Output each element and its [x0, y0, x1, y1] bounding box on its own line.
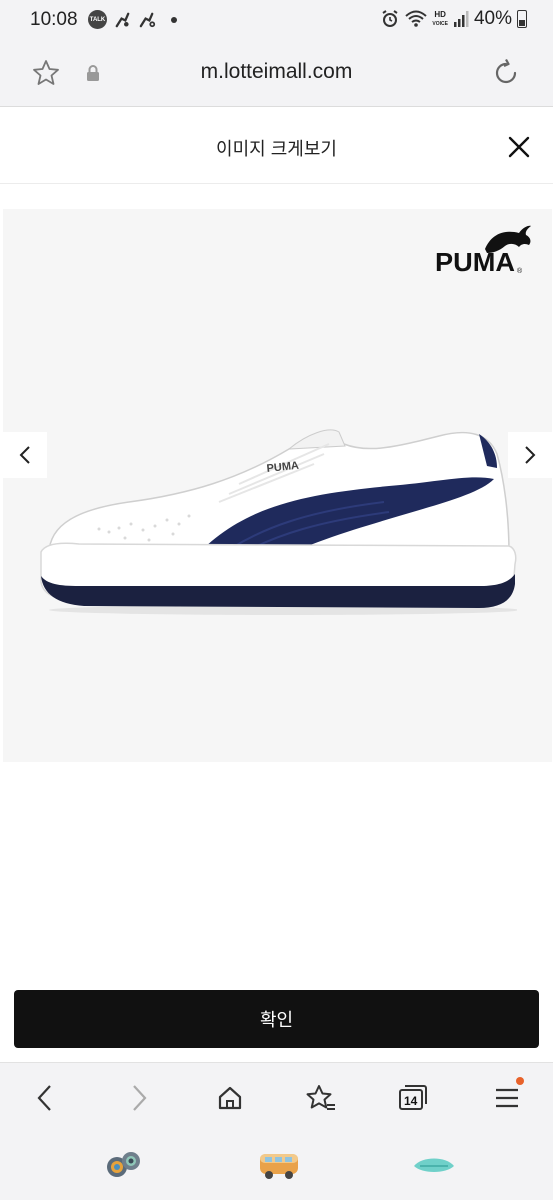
kakaotalk-icon: TALK [88, 10, 107, 29]
app-shortcut-surfboard-icon[interactable] [412, 1148, 456, 1182]
puma-logo: PUMA ® [435, 225, 531, 277]
hd-label: HD [434, 9, 446, 19]
hamburger-menu-icon [496, 1088, 518, 1108]
browser-toolbar: 14 [0, 1062, 553, 1133]
tabs-count: 14 [404, 1094, 418, 1108]
reload-icon[interactable] [491, 58, 521, 88]
previous-image-button[interactable] [3, 432, 47, 478]
back-button[interactable] [28, 1081, 62, 1115]
hd-voice-icon: HD VOICE [432, 9, 448, 28]
notification-icons: TALK [88, 10, 177, 29]
status-right-icons: HD VOICE 40% [380, 8, 527, 30]
close-icon[interactable] [507, 135, 531, 159]
back-arrow-icon [37, 1085, 51, 1111]
chevron-right-icon [525, 446, 536, 464]
puma-logo-text: PUMA [435, 247, 515, 277]
app-shortcut-van-icon[interactable] [256, 1148, 302, 1182]
more-notifications-dot [171, 16, 177, 23]
modal-header: 이미지 크게보기 [0, 107, 553, 184]
runner-app-icon [115, 12, 130, 28]
sneaker-image: PUMA [40, 429, 517, 615]
menu-button[interactable] [490, 1077, 524, 1115]
battery-icon [517, 10, 527, 28]
next-image-button[interactable] [508, 432, 552, 478]
modal-title: 이미지 크게보기 [216, 139, 337, 159]
home-icon [218, 1086, 242, 1110]
chevron-left-icon [19, 446, 30, 464]
menu-notification-dot [516, 1077, 524, 1085]
status-bar: 10:08 TALK HD VOICE 40% [0, 0, 553, 42]
app-shortcut-icon-1[interactable] [104, 1148, 144, 1182]
forward-button[interactable] [122, 1081, 156, 1115]
signal-icon [453, 11, 469, 27]
forward-arrow-icon [133, 1085, 147, 1111]
wifi-icon [405, 10, 428, 27]
voice-label: VOICE [432, 20, 448, 27]
product-image-viewer[interactable]: PUMA ® PUMA [3, 209, 552, 762]
system-app-dock [0, 1132, 553, 1200]
bookmarks-star-icon [306, 1085, 335, 1110]
puma-logo-mark: ® [517, 267, 523, 275]
battery-percent: 40% [473, 8, 512, 29]
url-text[interactable]: m.lotteimall.com [0, 60, 553, 84]
status-time: 10:08 [30, 9, 78, 30]
alarm-icon [382, 10, 398, 27]
confirm-button[interactable]: 확인 [14, 990, 539, 1048]
browser-url-bar: m.lotteimall.com [0, 42, 553, 107]
bookmarks-button[interactable] [304, 1081, 338, 1115]
home-button[interactable] [213, 1081, 247, 1115]
runner-app-icon-2 [139, 12, 156, 28]
tabs-button[interactable]: 14 [396, 1081, 430, 1115]
